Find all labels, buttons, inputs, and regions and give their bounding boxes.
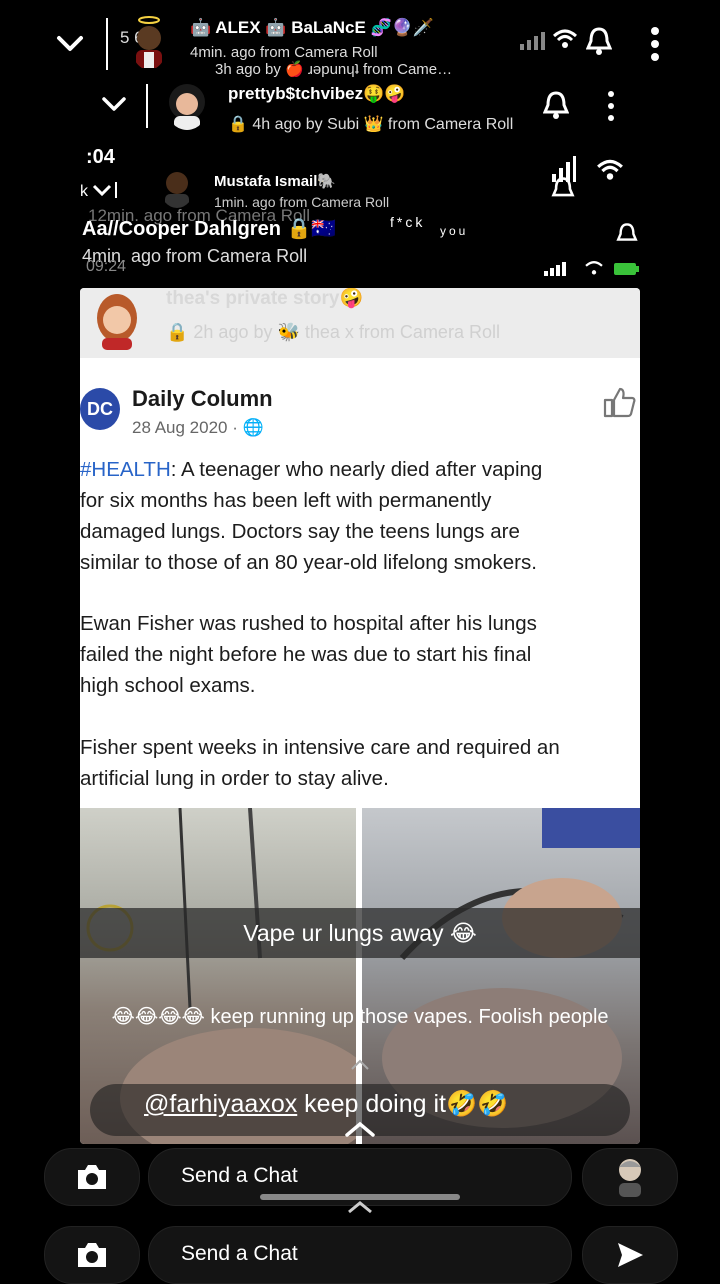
notification-bell-icon[interactable] [584,24,614,58]
story-subtitle: 🔒 2h ago by 🐝 thea x from Camera Roll [166,322,500,342]
story-owner-name[interactable]: Mustafa Ismail🐘 [214,172,336,190]
avatar[interactable] [166,82,208,130]
avatar[interactable] [130,14,168,70]
more-options-icon[interactable] [644,24,666,64]
avatar [92,292,142,350]
wifi-icon [552,28,578,55]
story-owner-name[interactable]: Aa//Cooper Dahlgren 🔒🇦🇺 [82,216,336,241]
wifi-icon [584,260,604,281]
post-paragraph-1: #HEALTH: A teenager who nearly died afte… [80,458,543,574]
mention-link[interactable]: @farhiyaaxox [144,1090,297,1118]
notification-bell-icon[interactable] [550,176,576,207]
page-name: Daily Column [132,386,273,411]
story-timestamp: 4min. ago from Camera Roll [190,44,378,61]
swipe-up-chevron-icon[interactable] [346,1200,374,1219]
send-chat-placeholder: Send a Chat [181,1164,298,1187]
camera-button[interactable] [44,1226,140,1284]
send-chat-input[interactable]: Send a Chat [148,1226,572,1284]
story-source-line: 🔒 4h ago by Subi 👑 from Camera Roll [228,116,514,133]
story-owner-name[interactable]: prettyb$tchvibez🤑🤪 [228,84,405,104]
send-chat-placeholder: Send a Chat [181,1242,298,1265]
story-source-line: 3h ago by 🍎 ɹǝpunɥʇ from Came… [215,61,453,78]
post-paragraph-3: Fisher spent weeks in intensive care and… [80,736,560,790]
swipe-up-icon[interactable] [350,1058,370,1076]
camera-button[interactable] [44,1148,140,1206]
flair-text: f*ck [390,214,426,230]
collapse-chevron-icon[interactable] [98,92,130,118]
collapse-chevron-icon[interactable] [52,28,88,60]
story-title: thea's private story🤪 [166,288,364,309]
snap-caption: Vape ur lungs away 😂 [80,908,640,958]
collapse-chevron-icon[interactable]: k [80,180,130,200]
divider [146,84,148,128]
bitmoji-button[interactable] [582,1148,678,1206]
send-button[interactable] [582,1226,678,1284]
notification-bell-icon[interactable] [616,222,638,251]
page-logo: DC [80,388,120,430]
divider [106,18,108,70]
more-options-icon[interactable] [602,88,620,124]
avatar[interactable] [160,168,194,208]
post-paragraph-2: Ewan Fisher was rushed to hospital after… [80,612,537,697]
signal-icon [520,32,546,55]
time-fragment: 09:24 [86,258,127,275]
like-icon [602,386,636,423]
flair-text: you [440,224,469,238]
time-fragment: :04 [86,146,115,168]
battery-icon [614,262,640,281]
signal-icon [544,262,566,281]
swipe-up-chevron-icon[interactable] [344,1120,376,1143]
mention-caption-text: @farhiyaaxox keep doing it🤣🤣 [144,1090,509,1118]
snap-caption: 😂😂😂😂 keep running up those vapes. Foolis… [111,1006,609,1028]
wifi-icon [596,158,624,187]
svg-text:k: k [80,183,89,200]
hashtag[interactable]: #HEALTH [80,458,171,481]
post-date: 28 Aug 2020 · 🌐 [132,418,264,437]
notification-bell-icon[interactable] [540,88,572,122]
story-owner-name[interactable]: 🤖 ALEX 🤖 BaLaNcE 🧬🔮🗡️ [190,18,434,38]
